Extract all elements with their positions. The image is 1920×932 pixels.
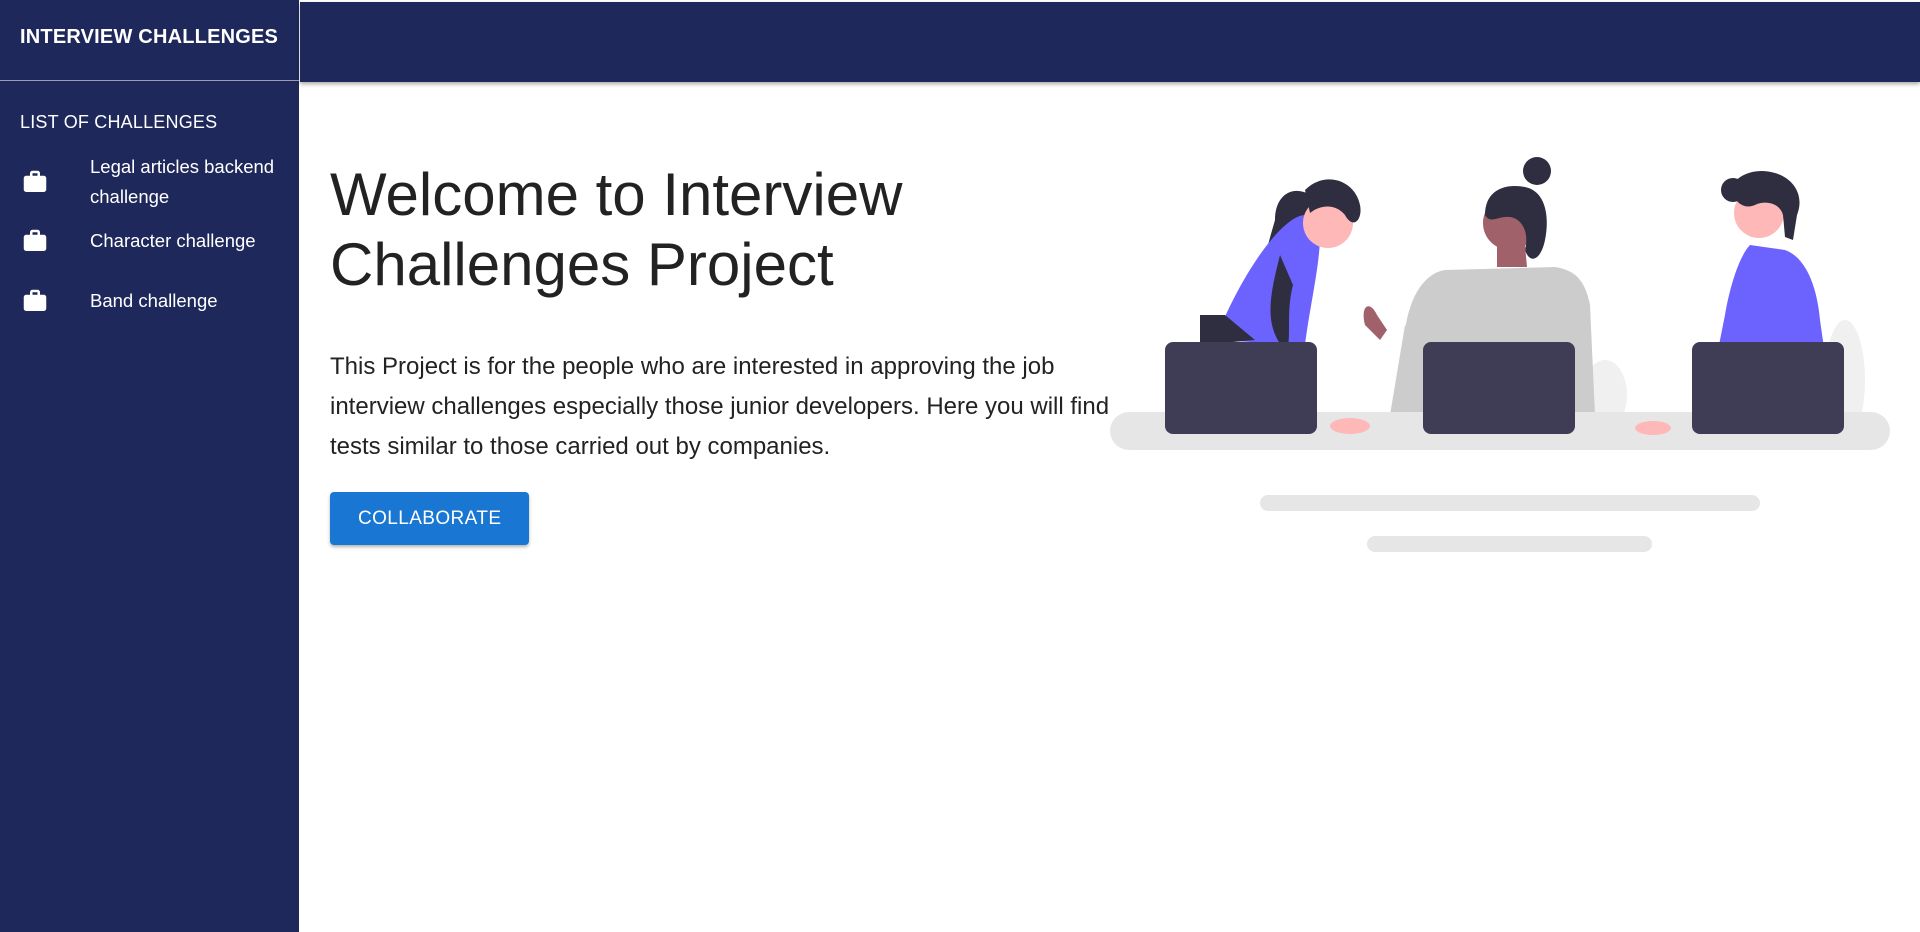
- briefcase-icon: [23, 289, 47, 311]
- page-title: Welcome to Interview Challenges Project: [330, 161, 903, 298]
- sidebar: INTERVIEW CHALLENGES LIST OF CHALLENGES …: [0, 0, 299, 932]
- team-working-illustration: [1110, 157, 1890, 552]
- top-app-bar: [300, 2, 1920, 82]
- floor-line: [1367, 536, 1652, 552]
- briefcase-icon: [23, 170, 47, 192]
- app-root: INTERVIEW CHALLENGES LIST OF CHALLENGES …: [0, 0, 1920, 932]
- sidebar-item-legal-articles[interactable]: Legal articles backend challenge: [0, 152, 299, 212]
- collaborate-button[interactable]: COLLABORATE: [330, 492, 530, 545]
- sidebar-item-band[interactable]: Band challenge: [0, 286, 299, 316]
- briefcase-icon: [23, 229, 47, 251]
- floor-line: [1260, 495, 1760, 511]
- laptop-shape: [1692, 342, 1844, 434]
- main-content: Welcome to Interview Challenges Project …: [330, 160, 1110, 545]
- laptop-shape: [1423, 342, 1575, 434]
- sidebar-header: INTERVIEW CHALLENGES: [0, 0, 299, 81]
- hand-shape: [1635, 421, 1671, 435]
- sidebar-item-label: Legal articles backend challenge: [90, 156, 275, 207]
- app-title: INTERVIEW CHALLENGES: [20, 25, 279, 48]
- page-description: This Project is for the people who are i…: [330, 353, 1110, 460]
- sidebar-item-label: Character challenge: [90, 230, 256, 251]
- challenge-list: Legal articles backend challenge Charact…: [0, 152, 299, 316]
- laptop-shape: [1165, 342, 1317, 434]
- sidebar-item-label: Band challenge: [90, 290, 218, 311]
- hand-shape: [1330, 418, 1370, 434]
- sidebar-item-character[interactable]: Character challenge: [0, 226, 299, 256]
- challenges-section-title: LIST OF CHALLENGES: [20, 112, 218, 132]
